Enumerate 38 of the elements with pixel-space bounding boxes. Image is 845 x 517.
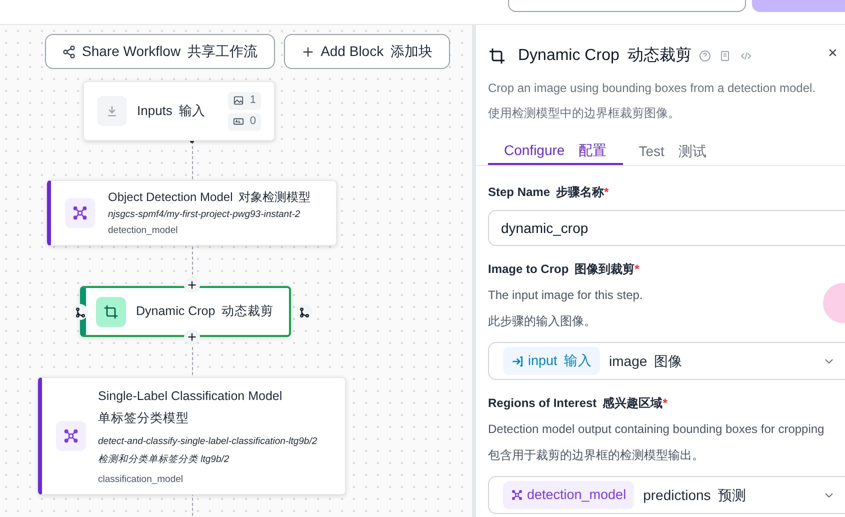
source-select[interactable]: input 输入 image 图像 bbox=[488, 342, 845, 380]
node-title: Single-Label Classification Model bbox=[98, 388, 284, 405]
model-id: 检测和分类单标签分类 ltg9b/2 bbox=[98, 452, 230, 467]
source-select[interactable]: detection_model predictions 预测 bbox=[488, 476, 845, 514]
share-workflow-button[interactable]: Share Workflow 共享工作流 bbox=[45, 34, 275, 69]
model-id: detect-and-classify-single-label-classification-ltg9b/2 bbox=[98, 434, 318, 449]
workflow-node[interactable]: Inputs 输入 1 0 bbox=[83, 81, 275, 141]
count-badge: 0 bbox=[228, 112, 261, 130]
workflow-node[interactable]: Dynamic Crop 动态裁剪 bbox=[80, 286, 291, 337]
panel-description: 使用检测模型中的边界框裁剪图像。 bbox=[488, 105, 681, 122]
node-title: Object Detection Model 对象检测模型 bbox=[108, 188, 311, 206]
field-hint: 此步骤的输入图像。 bbox=[488, 313, 597, 330]
add-block-button[interactable]: Add Block 添加块 bbox=[284, 34, 450, 69]
field-label: Image to Crop 图像到裁剪* bbox=[488, 261, 640, 278]
workflow-node[interactable]: Object Detection Model 对象检测模型 njsgcs-spmf4/my-first-project-pwg93-instant-2 detection_model bbox=[47, 180, 337, 246]
field-hint: Detection model output containing bounding boxes for cropping bbox=[488, 421, 826, 438]
close-button[interactable]: × bbox=[828, 42, 838, 66]
field-hint: 包含用于裁剪的边界框的检测模型输出。 bbox=[488, 447, 705, 464]
field-hint: The input image for this step. bbox=[488, 287, 644, 304]
workflow-node[interactable]: Single-Label Classification Model 单标签分类模型 detect-and-classify-single-label-classification-ltg9b/2 检测和分类单标签分类 ltg9b/2 classification_model bbox=[38, 377, 346, 495]
select-value: predictions 预测 bbox=[643, 486, 747, 505]
node-title: Inputs 输入 bbox=[137, 102, 206, 120]
panel-title: Dynamic Crop 动态裁剪 bbox=[518, 46, 692, 66]
model-id: njsgcs-spmf4/my-first-project-pwg93-instant-2 bbox=[108, 208, 302, 222]
node-name: detection_model bbox=[108, 224, 179, 238]
node-name: classification_model bbox=[98, 472, 184, 487]
source-chip: input 输入 bbox=[503, 347, 600, 375]
tab[interactable]: Configure 配置 bbox=[488, 138, 623, 165]
count-badge: 1 bbox=[228, 92, 261, 110]
select-value: image 图像 bbox=[609, 352, 684, 371]
panel-description: Crop an image using bounding boxes from a detection model. bbox=[488, 80, 817, 97]
source-chip: detection_model bbox=[503, 481, 634, 509]
node-title: 单标签分类模型 bbox=[98, 410, 190, 427]
step-name-field[interactable]: dynamic_crop bbox=[488, 210, 845, 246]
tab[interactable]: Test 测试 bbox=[622, 138, 722, 165]
node-title: Dynamic Crop 动态裁剪 bbox=[136, 303, 274, 320]
field-label: Regions of Interest 感兴趣区域* bbox=[488, 395, 668, 412]
field-label: Step Name 步骤名称* bbox=[488, 184, 610, 201]
